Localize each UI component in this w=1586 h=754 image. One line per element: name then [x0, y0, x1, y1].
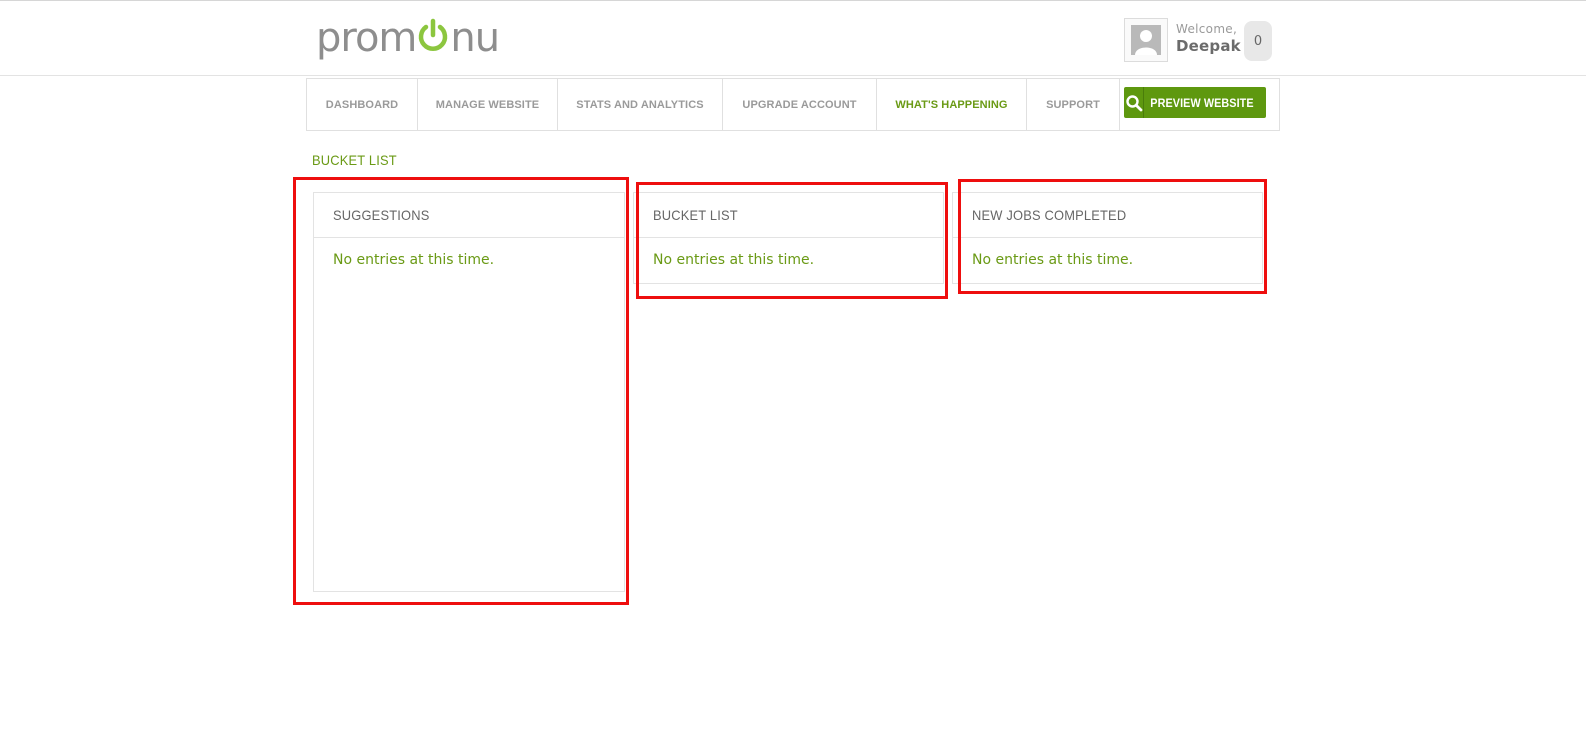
header: prom nu Welcome, Deepak 0 [0, 1, 1586, 76]
power-icon [419, 18, 448, 51]
preview-website-label: PREVIEW WEBSITE [1150, 95, 1254, 110]
logo-text-left: prom [316, 15, 417, 61]
welcome-label: Welcome, [1176, 22, 1238, 36]
highlight-box-bucket-list [636, 182, 948, 299]
nav-item-support[interactable]: SUPPORT [1027, 79, 1120, 130]
nav-item-dashboard[interactable]: DASHBOARD [307, 79, 418, 130]
promonu-logo[interactable]: prom nu [316, 15, 500, 61]
user-avatar-icon [1131, 25, 1161, 55]
nav-item-upgrade-account[interactable]: UPGRADE ACCOUNT [723, 79, 877, 130]
nav-item-manage-website[interactable]: MANAGE WEBSITE [418, 79, 558, 130]
username[interactable]: Deepak [1176, 37, 1241, 55]
highlight-box-suggestions [293, 177, 629, 605]
page-title: BUCKET LIST [312, 152, 397, 168]
notification-count-badge[interactable]: 0 [1244, 21, 1272, 61]
search-icon [1124, 87, 1145, 118]
nav-item-whats-happening[interactable]: WHAT'S HAPPENING [877, 79, 1027, 130]
preview-website-button[interactable]: PREVIEW WEBSITE [1124, 87, 1266, 118]
user-avatar[interactable] [1124, 18, 1168, 62]
highlight-box-new-jobs [958, 179, 1267, 294]
nav-item-stats-and-analytics[interactable]: STATS AND ANALYTICS [558, 79, 723, 130]
logo-text-right: nu [450, 15, 500, 61]
